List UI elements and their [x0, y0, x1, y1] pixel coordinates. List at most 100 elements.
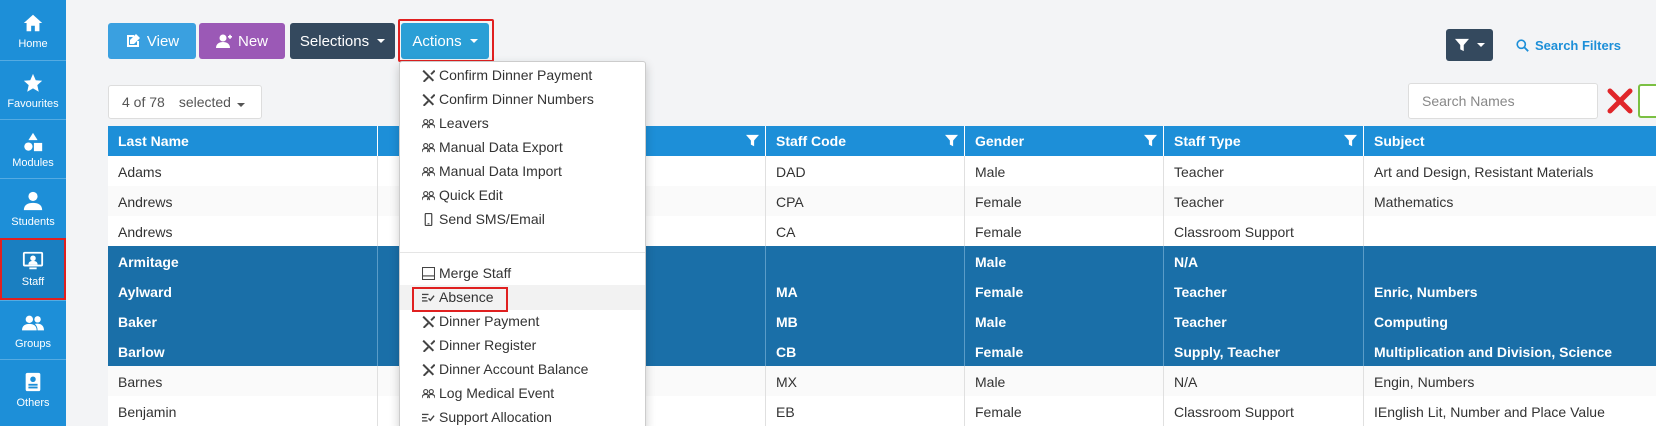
menu-item-label: Manual Data Export [439, 139, 563, 155]
menu-item-manual-data-export[interactable]: Manual Data Export [400, 135, 645, 160]
table-cell: Barlow [108, 336, 378, 368]
table-cell: Teacher [1164, 306, 1364, 338]
nav-modules[interactable]: Modules [0, 119, 66, 181]
menu-item-dinner-account-balance[interactable]: Dinner Account Balance [400, 357, 645, 382]
staff-icon [22, 251, 44, 270]
table-cell: Teacher [1164, 186, 1364, 218]
table-row[interactable]: Armitage Male N/A [108, 246, 1656, 278]
table-cell: MB [766, 306, 965, 338]
menu-item-confirm-dinner-numbers[interactable]: Confirm Dinner Numbers [400, 87, 645, 112]
student-icon [23, 191, 43, 211]
table-row[interactable]: Andrews CA Female Classroom Support [108, 216, 1656, 248]
menu-item-merge-staff[interactable]: Merge Staff [400, 261, 645, 286]
cutlery-icon [422, 69, 435, 82]
column-subject[interactable]: Subject [1364, 126, 1656, 156]
star-icon [23, 73, 43, 92]
search-names-input[interactable] [1408, 83, 1598, 119]
table-cell: Female [965, 396, 1164, 426]
table-cell: Enric, Numbers [1364, 276, 1656, 308]
table-cell: N/A [1164, 246, 1364, 278]
filter-icon[interactable] [746, 134, 759, 147]
table-cell: MA [766, 276, 965, 308]
nav-groups[interactable]: Groups [0, 300, 66, 362]
table-row[interactable]: Aylward MA Female Teacher Enric, Numbers [108, 276, 1656, 308]
menu-item-send-sms-email[interactable]: Send SMS/Email [400, 207, 645, 232]
chevron-down-icon [377, 39, 386, 43]
menu-item-label: Confirm Dinner Payment [439, 67, 593, 83]
table-cell: MX [766, 366, 965, 398]
nav-students[interactable]: Students [0, 178, 66, 240]
table-cell: Male [965, 156, 1164, 188]
column-gender[interactable]: Gender [965, 126, 1164, 156]
phone-icon [424, 213, 433, 226]
filter-icon[interactable] [1144, 134, 1157, 147]
view-button[interactable]: View [108, 23, 196, 59]
nav-favourites-label: Favourites [7, 98, 59, 110]
table-cell: N/A [1164, 366, 1364, 398]
cutlery-icon [422, 93, 435, 106]
nav-favourites[interactable]: Favourites [0, 60, 66, 122]
menu-item-confirm-dinner-payment[interactable]: Confirm Dinner Payment [400, 63, 645, 88]
home-icon [23, 14, 43, 32]
menu-item-quick-edit[interactable]: Quick Edit [400, 183, 645, 208]
nav-modules-label: Modules [12, 157, 54, 169]
filter-icon[interactable] [945, 134, 958, 147]
table-cell [1364, 216, 1656, 248]
absence-highlight-box [412, 287, 508, 312]
menu-item-label: Send SMS/Email [439, 211, 545, 227]
table-row[interactable]: Benjamin EB Female Classroom Support IEnglis… [108, 396, 1656, 426]
table-row[interactable]: Andrews CPA Female Teacher Mathematics [108, 186, 1656, 218]
filter-dropdown-button[interactable] [1446, 29, 1493, 61]
table-cell: Female [965, 216, 1164, 248]
menu-item-manual-data-import[interactable]: Manual Data Import [400, 159, 645, 184]
nav-home-label: Home [18, 38, 48, 50]
table-cell: Male [965, 306, 1164, 338]
selection-count-dropdown[interactable]: 4 of 78 selected [108, 85, 262, 119]
table-cell: Classroom Support [1164, 216, 1364, 248]
people-icon [422, 119, 435, 129]
export-button-partial[interactable] [1638, 84, 1656, 118]
menu-item-dinner-payment[interactable]: Dinner Payment [400, 309, 645, 334]
menu-item-label: Log Medical Event [439, 385, 555, 401]
menu-item-log-medical-event[interactable]: Log Medical Event [400, 381, 645, 406]
column-last-name[interactable]: Last Name [108, 126, 378, 156]
menu-item-dinner-register[interactable]: Dinner Register [400, 333, 645, 358]
table-row[interactable]: Adams DAD Male Teacher Art and Design, Resis… [108, 156, 1656, 188]
table-row[interactable]: Barlow CB Female Supply, Teacher Multiplicat… [108, 336, 1656, 368]
nav-others-label: Others [16, 397, 50, 409]
filter-icon[interactable] [1344, 134, 1357, 147]
menu-item-label: Quick Edit [439, 187, 503, 203]
clear-search-icon[interactable] [1606, 87, 1634, 115]
cutlery-icon [422, 363, 435, 376]
people-icon [422, 143, 435, 153]
menu-item-support-allocation[interactable]: Support Allocation [400, 405, 645, 426]
column-staff-type[interactable]: Staff Type [1164, 126, 1364, 156]
table-row[interactable]: Barnes MX Male N/A Engin, Numbers [108, 366, 1656, 398]
absence-icon [422, 413, 435, 422]
new-button[interactable]: New [199, 23, 285, 59]
others-icon [25, 372, 41, 392]
groups-icon [22, 315, 44, 331]
people-icon [422, 167, 435, 177]
table-cell: Teacher [1164, 276, 1364, 308]
table-cell [1364, 246, 1656, 278]
menu-item-label: Leavers [439, 115, 489, 131]
table-row[interactable]: Baker MB Male Teacher Computing [108, 306, 1656, 338]
table-cell: Female [965, 276, 1164, 308]
search-filters-link[interactable]: Search Filters [1516, 38, 1621, 53]
nav-students-label: Students [11, 216, 55, 228]
nav-home[interactable]: Home [0, 0, 66, 62]
nav-others[interactable]: Others [0, 359, 66, 421]
nav-staff-label: Staff [21, 276, 45, 288]
nav-staff[interactable]: Staff [0, 238, 66, 300]
menu-item-label: Dinner Payment [439, 313, 540, 329]
people-icon [422, 191, 435, 201]
column-staff-code[interactable]: Staff Code [766, 126, 965, 156]
menu-divider [400, 252, 645, 253]
table-cell: DAD [766, 156, 965, 188]
merge-icon [422, 267, 435, 280]
menu-item-leavers[interactable]: Leavers [400, 111, 645, 136]
selections-button[interactable]: Selections [290, 23, 395, 59]
table-header: Last Name Staff Code Gender Staff Type S… [108, 126, 1656, 156]
table-cell: Mathematics [1364, 186, 1656, 218]
